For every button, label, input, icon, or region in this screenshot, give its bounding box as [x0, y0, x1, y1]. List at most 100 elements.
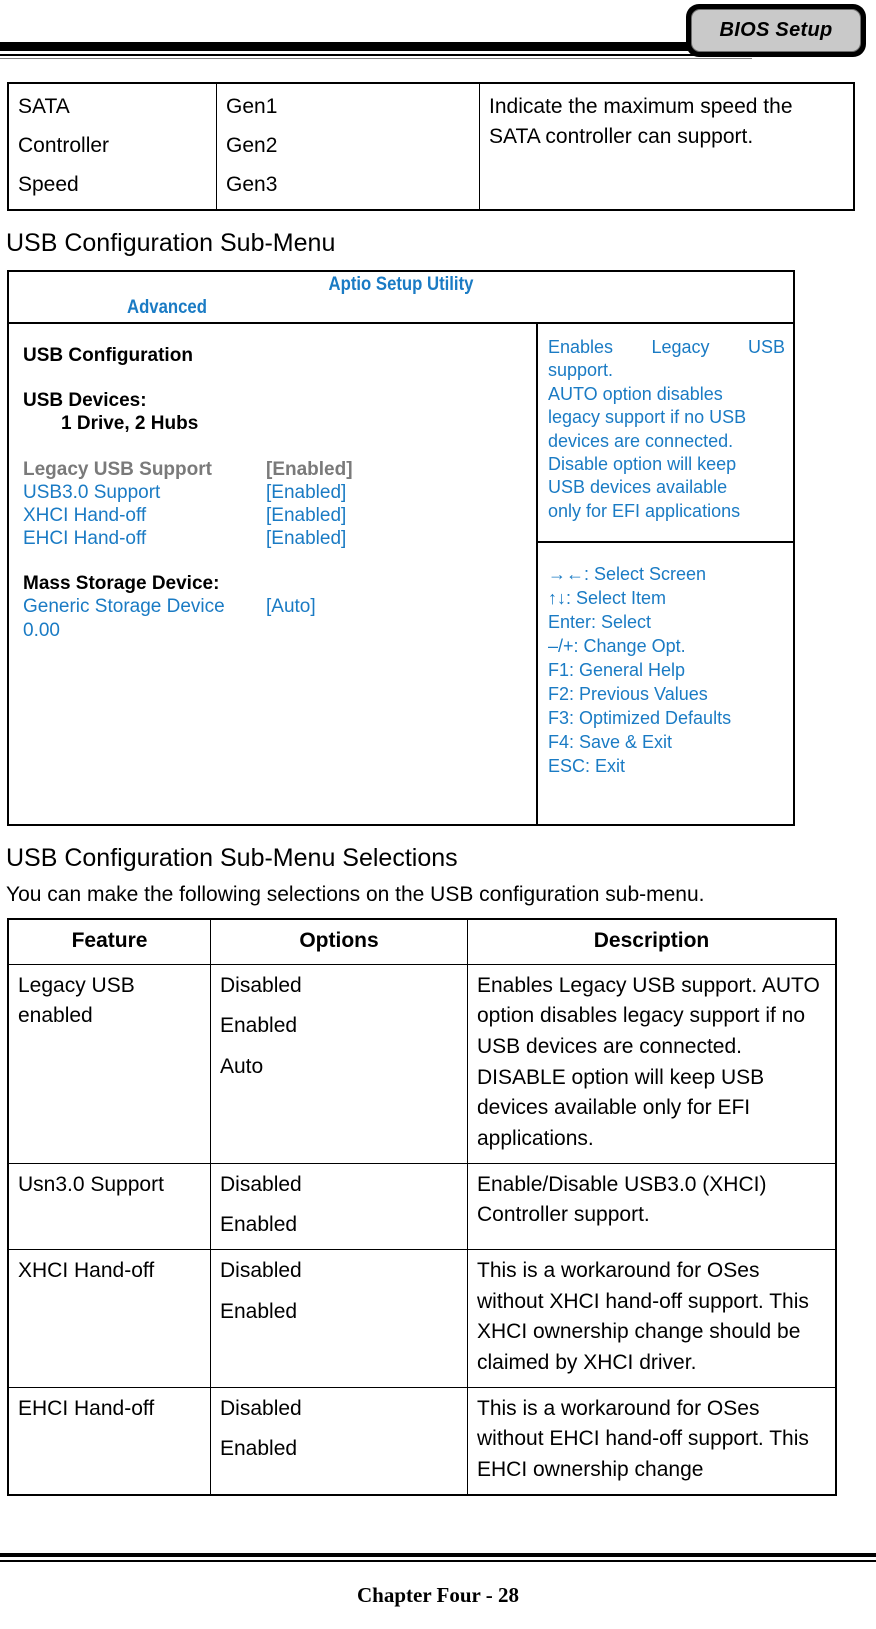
page-header: BIOS Setup [0, 0, 876, 66]
bios-setting-legacy-usb-support[interactable]: Legacy USB Support [Enabled] [23, 458, 536, 481]
table-row: Usn3.0 Support Disabled Enabled Enable/D… [7, 1162, 837, 1251]
sata-feature-line-1: SATA [18, 95, 70, 118]
bios-setting-ehci-hand-off[interactable]: EHCI Hand-off [Enabled] [23, 527, 536, 550]
table-header-row: Feature Options Description [7, 918, 837, 965]
bios-title-bar: Aptio Setup Utility Advanced [9, 272, 793, 324]
bios-body: USB Configuration USB Devices: 1 Drive, … [9, 324, 793, 826]
bios-setup-tab-inner: BIOS Setup [691, 9, 861, 52]
bios-setting-usb30-support[interactable]: USB3.0 Support [Enabled] [23, 481, 536, 504]
options-cell: Disabled Enabled [210, 1162, 468, 1251]
bios-help-line: AUTO option disables [548, 383, 723, 404]
option-item: Disabled [220, 973, 302, 997]
description-cell: Enable/Disable USB3.0 (XHCI) Controller … [467, 1162, 837, 1251]
bios-key-esc-exit: ESC: Exit [548, 755, 626, 776]
option-item: Enabled [220, 1299, 298, 1323]
bios-key-select-item: ↑↓: Select Item [548, 587, 667, 608]
bios-usb-devices-label: USB Devices: [23, 390, 147, 412]
sata-feature-line-3: Speed [18, 172, 79, 196]
bios-mass-storage-label: Mass Storage Device: [23, 573, 220, 595]
feature-cell: Legacy USB enabled [7, 963, 211, 1164]
sata-option-gen3: Gen3 [226, 172, 278, 196]
bios-key-f3-optimized-defaults: F3: Optimized Defaults [548, 707, 732, 728]
bios-setup-tab-label: BIOS Setup [719, 19, 833, 41]
bios-setting-xhci-hand-off[interactable]: XHCI Hand-off [Enabled] [23, 504, 536, 527]
bios-menu-tab-advanced[interactable]: Advanced [127, 297, 207, 319]
column-header-feature: Feature [7, 918, 211, 965]
table-row: Legacy USB enabled Disabled Enabled Auto… [7, 963, 837, 1164]
sata-controller-speed-table: SATA Controller Speed Gen1 Gen2 Gen3 Ind… [7, 82, 855, 212]
bios-usb-devices-value: 1 Drive, 2 Hubs [61, 413, 199, 435]
bios-key-f4-save-exit: F4: Save & Exit [548, 731, 673, 752]
bios-mass-storage-row[interactable]: Generic Storage Device 0.00 [Auto] [23, 595, 536, 641]
sata-option-gen1: Gen1 [226, 95, 278, 118]
header-rule-hairline [0, 58, 752, 59]
footer-rule-thick [0, 1553, 876, 1557]
bios-key-change-opt: –/+: Change Opt. [548, 635, 686, 656]
bios-setup-screen: Aptio Setup Utility Advanced USB Configu… [7, 270, 795, 826]
sata-feature-line-2: Controller [18, 133, 110, 157]
bios-help-pane: Enables Legacy USB support. AUTO option … [538, 324, 793, 543]
bios-setup-tab: BIOS Setup [686, 4, 866, 57]
sata-feature-cell: SATA Controller Speed [7, 82, 217, 211]
bios-spacer-3 [23, 550, 536, 572]
sata-option-gen2: Gen2 [226, 133, 278, 157]
table-row: XHCI Hand-off Disabled Enabled This is a… [7, 1249, 837, 1388]
bios-key-select-screen: →←: Select Screen [548, 564, 707, 584]
option-item: Disabled [220, 1259, 302, 1283]
heading-usb-configuration-sub-menu: USB Configuration Sub-Menu [6, 229, 336, 257]
options-cell: Disabled Enabled [210, 1249, 468, 1388]
option-item: Disabled [220, 1172, 302, 1196]
header-rule-thin [0, 54, 752, 56]
bios-help-line: USB devices available [548, 477, 728, 498]
bios-setting-value: [Enabled] [266, 528, 347, 550]
bios-setting-label: XHCI Hand-off [23, 504, 147, 526]
bios-spacer-1 [23, 367, 536, 389]
bios-setting-label: USB3.0 Support [23, 481, 161, 503]
bios-help-line: only for EFI applications [548, 500, 741, 521]
table-row: SATA Controller Speed Gen1 Gen2 Gen3 Ind… [7, 82, 855, 211]
bios-setting-label: EHCI Hand-off [23, 528, 147, 550]
usb-configuration-selections-table: Feature Options Description Legacy USB e… [7, 918, 837, 1496]
paragraph-usb-selections-intro: You can make the following selections on… [6, 883, 705, 906]
sata-options-cell: Gen1 Gen2 Gen3 [216, 82, 480, 211]
bios-setting-value: [Enabled] [266, 504, 347, 526]
header-rule-thick [0, 42, 752, 51]
description-cell: This is a workaround for OSes without EH… [467, 1386, 837, 1496]
bios-help-line: Disable option will keep [548, 453, 737, 474]
bios-key-f1-general-help: F1: General Help [548, 659, 686, 680]
options-cell: Disabled Enabled Auto [210, 963, 468, 1164]
option-item: Auto [220, 1055, 264, 1079]
bios-mass-storage-value: [Auto] [266, 596, 316, 618]
footer-page-label: Chapter Four - 28 [357, 1583, 519, 1607]
bios-key-legend-pane: →←: Select Screen ↑↓: Select Item Enter:… [538, 543, 793, 778]
bios-utility-title: Aptio Setup Utility [328, 274, 474, 295]
bios-settings-pane: USB Configuration USB Devices: 1 Drive, … [9, 324, 538, 826]
feature-cell: EHCI Hand-off [7, 1386, 211, 1496]
bios-mass-storage-device: Generic Storage Device 0.00 [23, 596, 225, 641]
bios-key-f2-previous-values: F2: Previous Values [548, 683, 708, 704]
heading-usb-configuration-sub-menu-selections: USB Configuration Sub-Menu Selections [6, 844, 458, 872]
option-item: Enabled [220, 1014, 298, 1038]
bios-key-enter-select: Enter: Select [548, 611, 652, 632]
options-cell: Disabled Enabled [210, 1386, 468, 1496]
sata-description-cell: Indicate the maximum speed the SATA cont… [479, 82, 855, 211]
bios-help-line: devices are connected. [548, 430, 734, 451]
bios-help-line: Enables Legacy USB support. [548, 337, 785, 381]
option-item: Enabled [220, 1213, 298, 1237]
bios-setting-value: [Enabled] [266, 458, 353, 480]
option-item: Disabled [220, 1396, 302, 1420]
feature-cell: Usn3.0 Support [7, 1162, 211, 1251]
table-row: EHCI Hand-off Disabled Enabled This is a… [7, 1386, 837, 1496]
bios-side-pane: Enables Legacy USB support. AUTO option … [538, 324, 793, 826]
footer-rule-thin [0, 1560, 876, 1562]
description-cell: Enables Legacy USB support. AUTO option … [467, 963, 837, 1164]
bios-spacer-2 [23, 436, 536, 458]
feature-cell: XHCI Hand-off [7, 1249, 211, 1388]
description-cell: This is a workaround for OSes without XH… [467, 1249, 837, 1388]
column-header-options: Options [210, 918, 468, 965]
option-item: Enabled [220, 1437, 298, 1461]
column-header-description: Description [467, 918, 837, 965]
bios-section-title: USB Configuration [23, 345, 193, 366]
bios-setting-value: [Enabled] [266, 481, 347, 503]
bios-setting-label: Legacy USB Support [23, 458, 212, 480]
